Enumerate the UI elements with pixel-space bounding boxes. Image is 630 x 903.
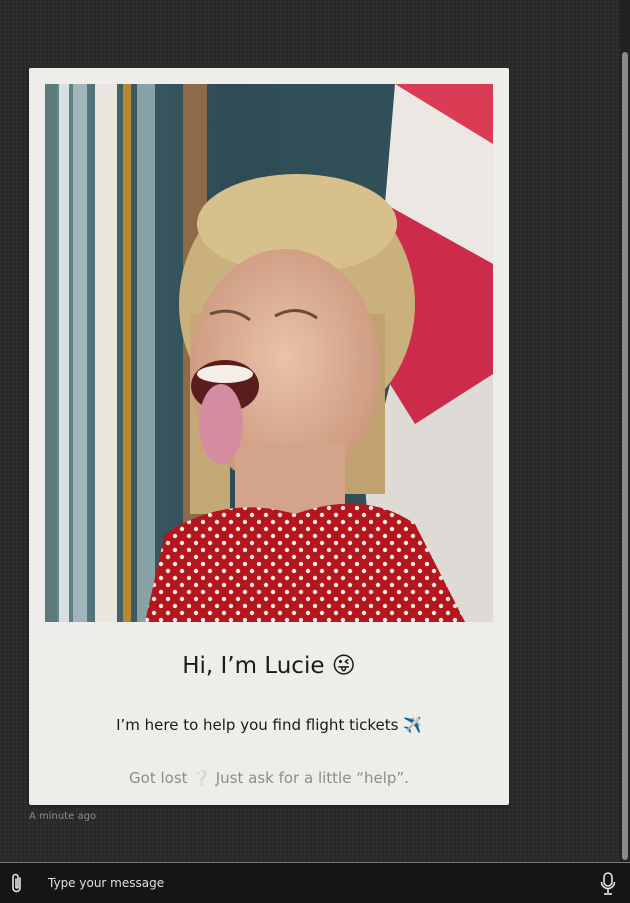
card-hint: Got lost ❔ Just ask for a little “help”. xyxy=(129,769,409,787)
bot-photo xyxy=(45,84,493,622)
paperclip-icon[interactable] xyxy=(8,873,26,895)
message-input[interactable] xyxy=(40,870,596,896)
microphone-icon[interactable] xyxy=(600,872,616,896)
card-title: Hi, I’m Lucie 😜 xyxy=(182,653,356,679)
scrollbar-thumb[interactable] xyxy=(622,52,628,860)
message-composer xyxy=(0,862,630,903)
card-subtitle: I’m here to help you find flight tickets… xyxy=(116,716,422,734)
message-timestamp: A minute ago xyxy=(29,811,97,822)
chat-window: Hi, I’m Lucie 😜 I’m here to help you fin… xyxy=(0,0,630,903)
welcome-card: Hi, I’m Lucie 😜 I’m here to help you fin… xyxy=(29,68,509,805)
scrollbar[interactable] xyxy=(620,0,630,862)
